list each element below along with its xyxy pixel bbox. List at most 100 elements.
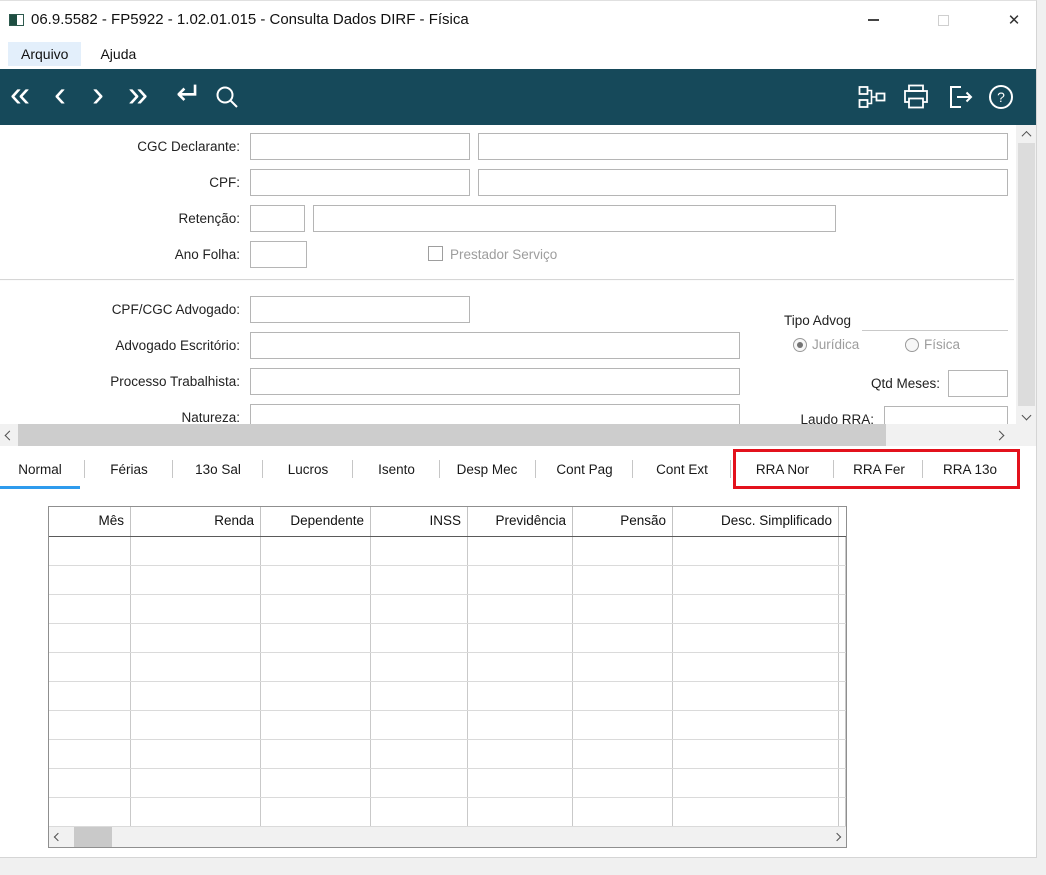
table-scrollbar-thumb[interactable] (74, 827, 112, 847)
close-button[interactable]: ✕ (996, 7, 1032, 33)
vertical-scrollbar-thumb[interactable] (1018, 143, 1035, 406)
table-row[interactable] (49, 537, 846, 566)
table-cell (131, 653, 261, 681)
table-cell (673, 711, 839, 739)
titlebar: 06.9.5582 - FP5922 - 1.02.01.015 - Consu… (0, 1, 1036, 39)
radio-fisica[interactable] (905, 338, 919, 352)
radio-fisica-label: Física (924, 337, 961, 352)
tab-13o-sal[interactable]: 13o Sal (176, 456, 260, 484)
tab-normal[interactable]: Normal (0, 456, 80, 484)
chevron-down-icon (1021, 410, 1032, 420)
cpf-input[interactable] (250, 169, 470, 196)
table-cell (131, 682, 261, 710)
table-row[interactable] (49, 682, 846, 711)
tab-separator (262, 460, 263, 478)
tab-lucros[interactable]: Lucros (266, 456, 350, 484)
chevron-left-icon (4, 430, 14, 440)
horizontal-scrollbar-thumb[interactable] (18, 424, 886, 446)
related-records-icon[interactable] (858, 85, 886, 114)
retencao-input[interactable] (250, 205, 305, 232)
column-header-renda[interactable]: Renda (131, 507, 261, 536)
table-cell (673, 653, 839, 681)
help-icon[interactable]: ? (988, 84, 1014, 115)
column-header-dependente[interactable]: Dependente (261, 507, 371, 536)
table-scroll-left-button[interactable] (49, 827, 67, 847)
table-row[interactable] (49, 624, 846, 653)
scroll-up-button[interactable] (1016, 125, 1036, 143)
cpf-desc-input[interactable] (478, 169, 1008, 196)
table-cell (131, 769, 261, 797)
first-record-button[interactable]: « (10, 69, 30, 125)
table-cell (49, 682, 131, 710)
data-grid: Mês Renda Dependente INSS Previdência Pe… (48, 506, 847, 848)
column-header-desc-simplificado[interactable]: Desc. Simplificado (673, 507, 839, 536)
table-cell (673, 798, 839, 826)
maximize-button (926, 7, 960, 33)
table-cell (673, 624, 839, 652)
table-scroll-right-button[interactable] (828, 827, 846, 847)
cgc-declarante-input[interactable] (250, 133, 470, 160)
table-cell (371, 740, 468, 768)
form-separator (0, 279, 1014, 281)
laudo-rra-input[interactable] (884, 406, 1008, 424)
advogado-escritorio-input[interactable] (250, 332, 740, 359)
vertical-scrollbar[interactable] (1016, 125, 1036, 424)
column-header-inss[interactable]: INSS (371, 507, 468, 536)
table-row[interactable] (49, 711, 846, 740)
tab-cont-pag[interactable]: Cont Pag (539, 456, 630, 484)
horizontal-scrollbar[interactable] (0, 424, 1008, 446)
column-header-pensao[interactable]: Pensão (573, 507, 673, 536)
tab-isento[interactable]: Isento (356, 456, 437, 484)
form-panel: CGC Declarante: CPF: Retenção: Ano Folha… (0, 125, 1014, 424)
highlight-annotation-box (733, 449, 1020, 489)
table-row[interactable] (49, 566, 846, 595)
radio-juridica[interactable] (793, 338, 807, 352)
table-cell (261, 624, 371, 652)
table-cell (573, 624, 673, 652)
column-header-mes[interactable]: Mês (49, 507, 131, 536)
table-cell (673, 740, 839, 768)
table-cell (49, 740, 131, 768)
cgc-declarante-desc-input[interactable] (478, 133, 1008, 160)
search-icon[interactable] (214, 84, 240, 115)
confirm-button[interactable]: ↵ (176, 69, 202, 125)
last-record-button[interactable]: » (128, 69, 148, 125)
table-cell (573, 566, 673, 594)
scroll-down-button[interactable] (1016, 406, 1036, 424)
table-cell (468, 595, 573, 623)
table-row[interactable] (49, 798, 846, 827)
next-record-button[interactable]: › (92, 69, 104, 125)
tab-desp-mec[interactable]: Desp Mec (441, 456, 533, 484)
tab-ferias[interactable]: Férias (88, 456, 170, 484)
table-row[interactable] (49, 740, 846, 769)
scroll-left-button[interactable] (0, 424, 18, 446)
previous-record-button[interactable]: ‹ (54, 69, 66, 125)
prestador-servico-checkbox[interactable] (428, 246, 443, 261)
table-row[interactable] (49, 653, 846, 682)
cpf-cgc-advogado-input[interactable] (250, 296, 470, 323)
qtd-meses-input[interactable] (948, 370, 1008, 397)
table-row[interactable] (49, 595, 846, 624)
table-cell (573, 769, 673, 797)
natureza-input[interactable] (250, 404, 740, 424)
table-body[interactable] (49, 537, 846, 827)
exit-icon[interactable] (948, 85, 974, 114)
minimize-button[interactable] (856, 7, 890, 33)
table-cell-filler (839, 740, 846, 768)
table-row[interactable] (49, 769, 846, 798)
print-icon[interactable] (903, 84, 929, 115)
retencao-desc-input[interactable] (313, 205, 836, 232)
menu-ajuda[interactable]: Ajuda (87, 42, 149, 66)
tab-separator (535, 460, 536, 478)
processo-trabalhista-input[interactable] (250, 368, 740, 395)
table-cell (49, 595, 131, 623)
help-glyph: ? (997, 89, 1005, 105)
scroll-right-button[interactable] (990, 424, 1008, 446)
table-cell (573, 537, 673, 565)
menu-arquivo[interactable]: Arquivo (8, 42, 82, 66)
ano-folha-input[interactable] (250, 241, 307, 268)
tab-cont-ext[interactable]: Cont Ext (636, 456, 728, 484)
table-cell-filler (839, 595, 846, 623)
table-horizontal-scrollbar[interactable] (49, 827, 846, 847)
column-header-previdencia[interactable]: Previdência (468, 507, 573, 536)
